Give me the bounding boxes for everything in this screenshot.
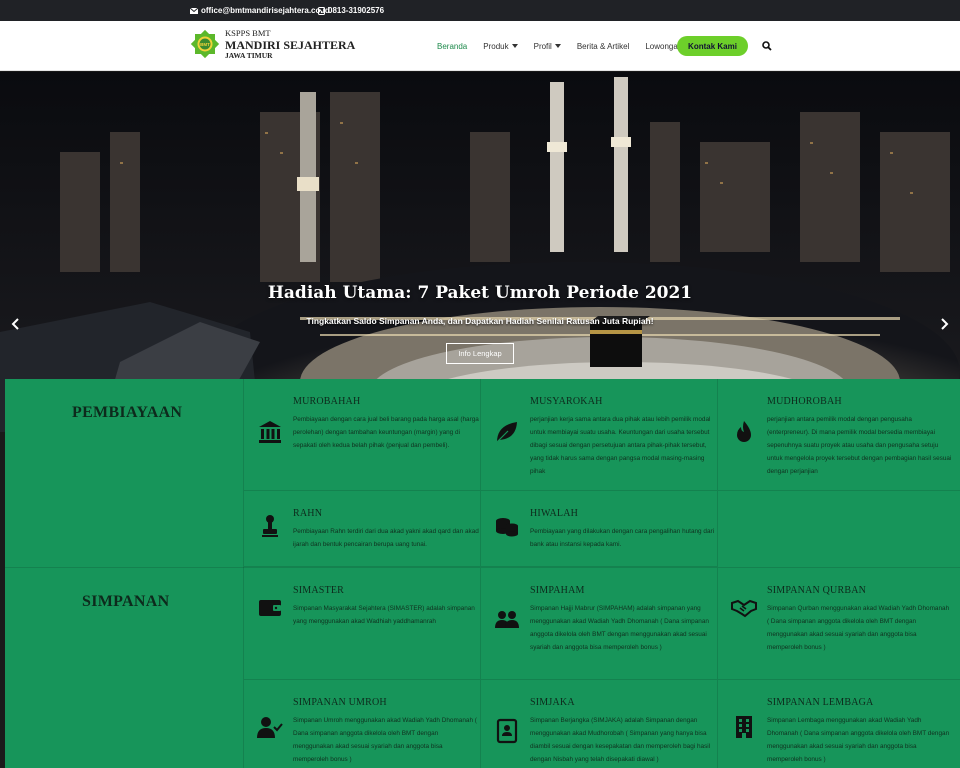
simpanan-title: SIMPANAN bbox=[82, 593, 170, 610]
product-card-musyarokah[interactable]: MUSYAROKAH perjanjian kerja sama antara … bbox=[481, 379, 718, 491]
email-contact[interactable]: office@bmtmandirisejahtera.co.id bbox=[190, 6, 330, 15]
product-title: HIWALAH bbox=[530, 508, 579, 519]
hero-title: Hadiah Utama: 7 Paket Umroh Periode 2021 bbox=[267, 283, 693, 303]
top-contact-bar: office@bmtmandirisejahtera.co.id 0813-31… bbox=[0, 0, 960, 21]
product-description: perjanjian antara pemilik modal dengan p… bbox=[767, 416, 952, 475]
building-icon bbox=[736, 716, 752, 738]
leaf-icon bbox=[496, 422, 517, 443]
chevron-down-icon bbox=[511, 44, 518, 48]
stamp-icon bbox=[262, 515, 278, 537]
users-icon bbox=[495, 611, 519, 628]
product-title: SIMPANAN LEMBAGA bbox=[767, 697, 874, 708]
coins-icon bbox=[496, 518, 518, 537]
contact-book-icon bbox=[496, 718, 518, 744]
main-nav: Beranda Produk Profil Berita & Artikel L… bbox=[437, 21, 698, 71]
envelope-icon bbox=[190, 7, 198, 14]
flame-icon bbox=[737, 421, 751, 442]
nav-label: Profil bbox=[533, 41, 552, 51]
product-description: Simpanan Masyarakat Sejahtera (SIMASTER)… bbox=[293, 605, 475, 625]
star-emblem-icon: BMT bbox=[190, 29, 220, 59]
product-card-murobahah[interactable]: MUROBAHAH Pembiayaan dengan cara jual be… bbox=[244, 379, 481, 491]
product-title: SIMPANAN UMROH bbox=[293, 697, 387, 708]
hero-slider: Hadiah Utama: 7 Paket Umroh Periode 2021… bbox=[0, 72, 960, 432]
product-card-simpanan-lembaga[interactable]: SIMPANAN LEMBAGA Simpanan Lembaga menggu… bbox=[718, 680, 960, 768]
product-title: RAHN bbox=[293, 508, 323, 519]
product-title: SIMPAHAM bbox=[530, 585, 585, 596]
product-description: Simpanan Lembaga menggunakan akad Wadiah… bbox=[767, 717, 950, 763]
product-description: Pembiayaan dengan cara jual beli barang … bbox=[293, 416, 479, 449]
nav-item-profil[interactable]: Profil bbox=[534, 42, 561, 51]
chevron-right-icon[interactable] bbox=[938, 317, 950, 331]
product-description: Simpanan Berjangka (SIMJAKA) adalah Simp… bbox=[530, 717, 711, 763]
brand-line-1: KSPPS BMT bbox=[225, 28, 271, 38]
phone-contact[interactable]: 0813-31902576 bbox=[318, 6, 384, 15]
handshake-icon bbox=[731, 599, 757, 618]
phone-icon bbox=[318, 6, 325, 15]
product-card-simpanan-qurban[interactable]: SIMPANAN QURBAN Simpanan Qurban mengguna… bbox=[718, 568, 960, 680]
site-header: BMT KSPPS BMT MANDIRI SEJAHTERA JAWA TIM… bbox=[0, 21, 960, 71]
nav-item-produk[interactable]: Produk bbox=[483, 41, 518, 51]
wallet-icon bbox=[259, 600, 281, 616]
chevron-left-icon[interactable] bbox=[10, 317, 22, 331]
hero-subtitle: Tingkatkan Saldo Simpanan Anda, dan Dapa… bbox=[306, 316, 654, 326]
pembiayaan-title: PEMBIAYAAN bbox=[72, 404, 183, 421]
product-title: MUROBAHAH bbox=[293, 396, 361, 407]
svg-text:BMT: BMT bbox=[200, 42, 210, 47]
product-title: SIMJAKA bbox=[530, 697, 575, 708]
product-card-hiwalah[interactable]: HIWALAH Pembiayaan yang dilakukan dengan… bbox=[481, 491, 718, 567]
nav-label: Berita & Artikel bbox=[576, 41, 630, 51]
product-title: SIMPANAN QURBAN bbox=[767, 585, 867, 596]
product-card-rahn[interactable]: RAHN Pembiayaan Rahn terdiri dari dua ak… bbox=[244, 491, 481, 567]
user-check-icon bbox=[257, 717, 283, 738]
product-title: MUDHOROBAH bbox=[767, 396, 842, 407]
info-lengkap-button[interactable]: Info Lengkap bbox=[446, 343, 514, 364]
product-description: perjanjian kerja sama antara dua pihak a… bbox=[530, 416, 711, 475]
phone-text: 0813-31902576 bbox=[328, 6, 385, 15]
products-section: PEMBIAYAAN MUROBAHAH Pembiayaan dengan c… bbox=[5, 379, 960, 768]
email-text: office@bmtmandirisejahtera.co.id bbox=[201, 6, 330, 15]
brand-line-2: MANDIRI SEJAHTERA bbox=[225, 37, 356, 52]
bank-icon bbox=[259, 421, 281, 443]
site-logo[interactable]: BMT KSPPS BMT MANDIRI SEJAHTERA JAWA TIM… bbox=[190, 29, 355, 59]
product-description: Simpanan Qurban menggunakan akad Wadiah … bbox=[767, 605, 950, 651]
product-description: Pembiayaan Rahn terdiri dari dua akad ya… bbox=[293, 528, 479, 548]
nav-label: Beranda bbox=[437, 41, 468, 51]
nav-item-berita-artikel[interactable]: Berita & Artikel bbox=[577, 42, 629, 51]
brand-name: KSPPS BMT MANDIRI SEJAHTERA JAWA TIMUR bbox=[225, 29, 355, 59]
product-card-simaster[interactable]: SIMASTER Simpanan Masyarakat Sejahtera (… bbox=[244, 568, 481, 680]
product-card-mudhorobah[interactable]: MUDHOROBAH perjanjian antara pemilik mod… bbox=[718, 379, 960, 491]
nav-item-beranda[interactable]: Beranda bbox=[437, 42, 467, 51]
product-card-simpanan-umroh[interactable]: SIMPANAN UMROH Simpanan Umroh menggunaka… bbox=[244, 680, 481, 768]
hero-background-image bbox=[0, 72, 960, 432]
product-title: SIMASTER bbox=[293, 585, 345, 596]
nav-label: Produk bbox=[483, 41, 509, 51]
chevron-down-icon bbox=[554, 44, 561, 48]
search-icon[interactable] bbox=[762, 41, 772, 51]
product-description: Simpanan Hajji Mabrur (SIMPAHAM) adalah … bbox=[530, 605, 709, 651]
contact-us-button[interactable]: Kontak Kami bbox=[677, 36, 748, 56]
product-description: Pembiayaan yang dilakukan dengan cara pe… bbox=[530, 528, 715, 548]
product-card-simjaka[interactable]: SIMJAKA Simpanan Berjangka (SIMJAKA) ada… bbox=[481, 680, 718, 768]
brand-line-3: JAWA TIMUR bbox=[225, 50, 273, 60]
product-title: MUSYAROKAH bbox=[530, 396, 603, 407]
product-card-simpaham[interactable]: SIMPAHAM Simpanan Hajji Mabrur (SIMPAHAM… bbox=[481, 568, 718, 680]
product-description: Simpanan Umroh menggunakan akad Wadiah Y… bbox=[293, 717, 477, 763]
